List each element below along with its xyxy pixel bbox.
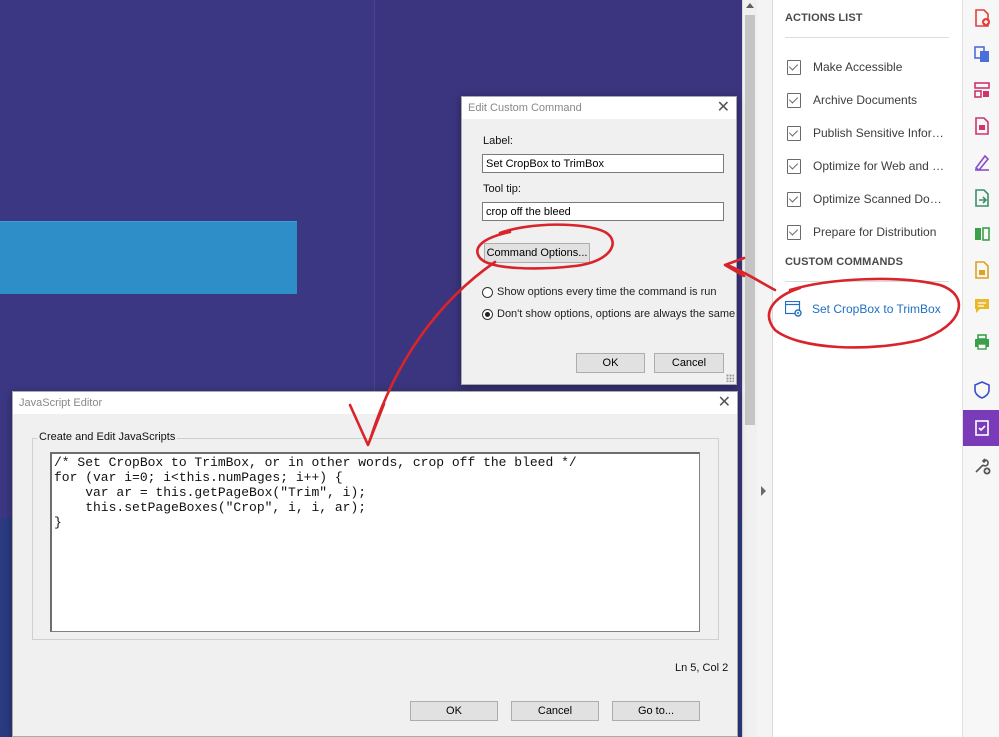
tool-create-pdf[interactable] (963, 0, 999, 36)
action-label: Archive Documents (813, 93, 918, 107)
panel-splitter[interactable] (757, 0, 773, 737)
label-caption: Label: (483, 135, 513, 147)
scan-ocr-icon (974, 261, 989, 279)
cursor-position-status: Ln 5, Col 2 (675, 662, 729, 674)
tool-fill-sign[interactable] (963, 144, 999, 180)
action-label: Optimize for Web and M... (813, 159, 945, 173)
actions-list-heading: ACTIONS LIST (785, 12, 863, 24)
label-field[interactable] (482, 154, 724, 173)
tool-export-pdf[interactable] (963, 180, 999, 216)
action-item-optimize-web[interactable]: Optimize for Web and M... (787, 155, 957, 177)
tooltip-caption: Tool tip: (483, 183, 521, 195)
action-item-make-accessible[interactable]: Make Accessible (787, 56, 957, 78)
custom-command-gear-icon (785, 301, 802, 317)
scroll-up-arrow-icon[interactable] (746, 3, 754, 8)
action-wizard-icon (974, 420, 989, 436)
expand-arrow-icon[interactable] (761, 486, 766, 496)
action-checklist-icon (787, 125, 801, 141)
export-pdf-icon (974, 189, 989, 207)
action-checklist-icon (787, 158, 801, 174)
divider (785, 37, 949, 38)
tool-combine-files[interactable] (963, 36, 999, 72)
close-icon[interactable]: ✕ (717, 99, 730, 117)
print-production-icon (974, 334, 989, 350)
actions-panel: ACTIONS LIST Make Accessible Archive Doc… (773, 0, 962, 737)
action-checklist-icon (787, 191, 801, 207)
action-item-optimize-scanned[interactable]: Optimize Scanned Docu... (787, 188, 957, 210)
tool-edit-pdf[interactable] (963, 108, 999, 144)
vertical-scrollbar[interactable] (742, 0, 757, 737)
radio-button[interactable] (482, 308, 493, 320)
tool-print-production[interactable] (963, 324, 999, 360)
cancel-button[interactable]: Cancel (511, 701, 599, 721)
dialog-title: JavaScript Editor (19, 397, 103, 409)
protect-icon (973, 381, 990, 399)
ok-button[interactable]: OK (410, 701, 498, 721)
tool-compare-files[interactable] (963, 216, 999, 252)
action-checklist-icon (787, 224, 801, 240)
tool-comment[interactable] (963, 288, 999, 324)
page-graphic (0, 221, 297, 294)
action-label: Make Accessible (813, 60, 903, 74)
radio-label: Show options every time the command is r… (497, 286, 717, 298)
custom-command-item[interactable]: Set CropBox to TrimBox (785, 298, 955, 320)
tool-organize-pages[interactable] (963, 72, 999, 108)
create-pdf-icon (974, 9, 990, 27)
tool-more-tools[interactable] (963, 448, 999, 484)
close-icon[interactable]: ✕ (718, 394, 731, 412)
edit-custom-command-dialog: Edit Custom Command ✕ Label: Tool tip: C… (461, 96, 737, 385)
tool-scan-ocr[interactable] (963, 252, 999, 288)
tooltip-field[interactable] (482, 202, 724, 221)
resize-grip-icon[interactable] (726, 374, 734, 382)
radio-button[interactable] (482, 286, 493, 298)
comment-icon (974, 299, 989, 313)
tools-rail (962, 0, 999, 737)
action-checklist-icon (787, 59, 801, 75)
action-label: Optimize Scanned Docu... (813, 192, 945, 206)
radio-dont-show-options[interactable]: Don't show options, options are always t… (482, 308, 735, 320)
dialog-title: Edit Custom Command (468, 102, 582, 114)
goto-button[interactable]: Go to... (612, 701, 700, 721)
tool-protect[interactable] (963, 372, 999, 408)
edit-pdf-icon (974, 117, 989, 135)
custom-command-label: Set CropBox to TrimBox (812, 302, 941, 316)
dialog-titlebar: JavaScript Editor ✕ (13, 392, 737, 414)
action-item-prepare-distribution[interactable]: Prepare for Distribution (787, 221, 957, 243)
radio-label: Don't show options, options are always t… (497, 308, 736, 320)
organize-pages-icon (973, 82, 990, 98)
ok-button[interactable]: OK (576, 353, 645, 373)
action-item-archive-documents[interactable]: Archive Documents (787, 89, 957, 111)
fill-sign-icon (974, 154, 989, 172)
combine-files-icon (973, 46, 989, 62)
action-checklist-icon (787, 92, 801, 108)
javascript-editor-dialog: JavaScript Editor ✕ Create and Edit Java… (12, 391, 738, 737)
javascript-code-editor[interactable]: /* Set CropBox to TrimBox, or in other w… (50, 452, 700, 632)
compare-files-icon (974, 227, 990, 241)
more-tools-icon (974, 458, 990, 475)
cancel-button[interactable]: Cancel (654, 353, 724, 373)
custom-commands-heading: CUSTOM COMMANDS (785, 256, 904, 268)
groupbox-label: Create and Edit JavaScripts (37, 431, 178, 443)
dialog-titlebar: Edit Custom Command ✕ (462, 97, 736, 119)
action-label: Prepare for Distribution (813, 225, 937, 239)
divider (785, 281, 949, 282)
scrollbar-thumb[interactable] (745, 15, 755, 425)
tool-action-wizard[interactable] (963, 410, 999, 446)
action-item-publish-sensitive[interactable]: Publish Sensitive Inform... (787, 122, 957, 144)
action-label: Publish Sensitive Inform... (813, 126, 945, 140)
command-options-button[interactable]: Command Options... (484, 243, 590, 263)
radio-show-options[interactable]: Show options every time the command is r… (482, 286, 717, 298)
